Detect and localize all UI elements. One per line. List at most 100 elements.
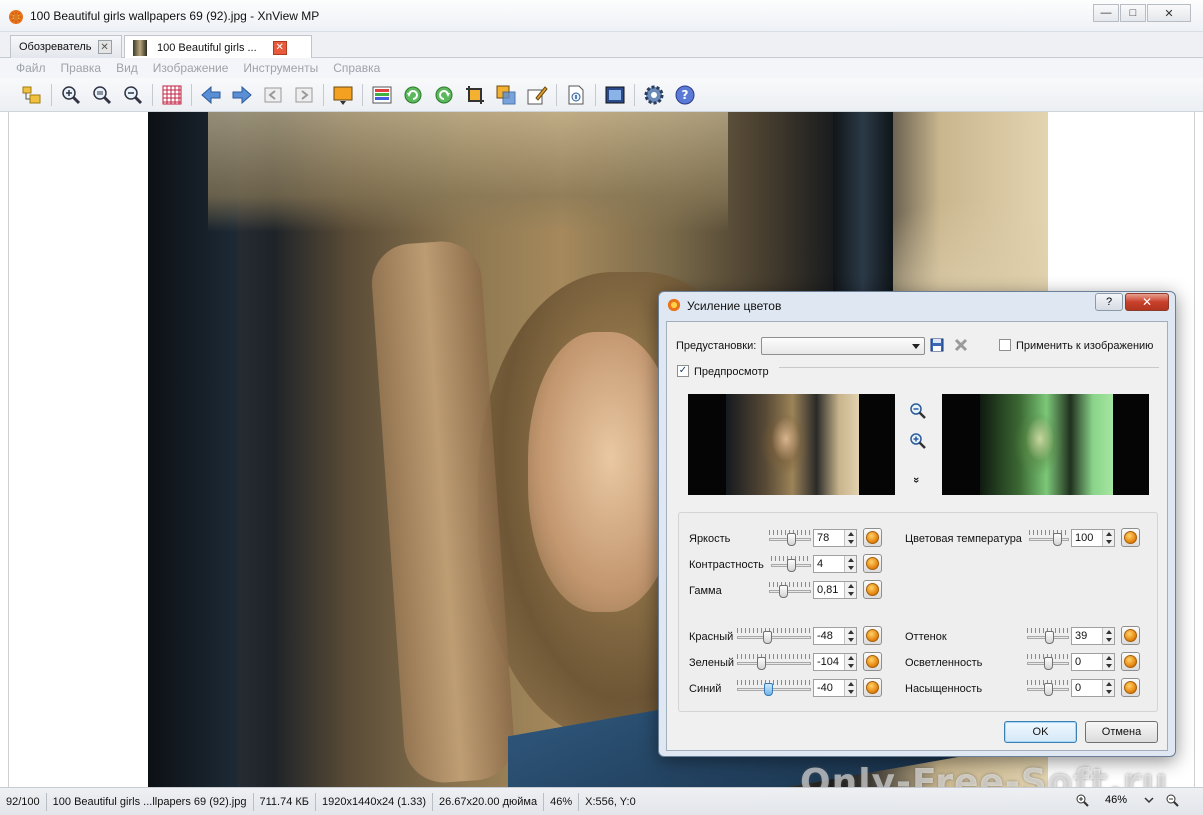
chevron-down-icon <box>912 344 920 349</box>
menu-edit[interactable]: Правка <box>61 61 102 75</box>
gamma-reset-button[interactable] <box>863 580 882 599</box>
hue-slider[interactable] <box>1027 628 1069 644</box>
dialog-body: Предустановки: Применить к изображению ✓… <box>666 321 1168 751</box>
tab-browser[interactable]: Обозреватель ✕ <box>10 35 122 58</box>
rotate-left-icon[interactable] <box>401 83 425 107</box>
zoom-in-icon[interactable] <box>1075 793 1089 807</box>
presets-dropdown[interactable] <box>761 337 925 355</box>
preview-label: Предпросмотр <box>694 366 769 378</box>
gamma-spinbox[interactable]: 0,81 <box>813 581 857 599</box>
zoom-out-icon[interactable] <box>121 83 145 107</box>
blue-spinbox[interactable]: -40 <box>813 679 857 697</box>
photo-face <box>528 332 678 612</box>
dialog-close-button[interactable]: ✕ <box>1125 293 1169 311</box>
lightness-slider[interactable] <box>1027 654 1069 670</box>
menu-bar: Файл Правка Вид Изображение Инструменты … <box>0 58 1203 78</box>
menu-tools[interactable]: Инструменты <box>243 61 318 75</box>
crop-icon[interactable] <box>463 83 487 107</box>
zoom-out-icon[interactable] <box>1165 793 1179 807</box>
status-filesize: 711.74 КБ <box>254 792 317 811</box>
close-window-button[interactable]: ✕ <box>1147 4 1191 22</box>
preview-checkbox[interactable]: ✓ <box>677 365 689 377</box>
color-temperature-spinbox[interactable]: 100 <box>1071 529 1115 547</box>
green-spinbox[interactable]: -104 <box>813 653 857 671</box>
menu-image[interactable]: Изображение <box>153 61 229 75</box>
color-temperature-reset-button[interactable] <box>1121 528 1140 547</box>
red-slider[interactable] <box>737 628 811 644</box>
tab-close-icon[interactable]: ✕ <box>97 40 112 54</box>
toolbar-separator <box>556 83 557 106</box>
resize-icon[interactable] <box>494 83 518 107</box>
color-temperature-value: 100 <box>1075 532 1094 544</box>
brightness-reset-button[interactable] <box>863 528 882 547</box>
adjustments-group: Яркость 78 Контрастность 4 Гамма 0,81 Кр… <box>678 512 1158 712</box>
chevron-down-icon[interactable] <box>1143 795 1155 805</box>
saturation-spinbox[interactable]: 0 <box>1071 679 1115 697</box>
adjust-icon[interactable] <box>370 83 394 107</box>
arrow-right-icon[interactable] <box>230 83 254 107</box>
red-spinbox[interactable]: -48 <box>813 627 857 645</box>
first-page-icon[interactable] <box>261 83 285 107</box>
tab-thumbnail <box>133 39 147 56</box>
zoom-fit-icon[interactable] <box>90 83 114 107</box>
contrast-spinbox[interactable]: 4 <box>813 555 857 573</box>
maximize-button[interactable]: □ <box>1120 4 1146 22</box>
status-print-size: 26.67x20.00 дюйма <box>433 792 545 811</box>
lightness-spinbox[interactable]: 0 <box>1071 653 1115 671</box>
red-reset-button[interactable] <box>863 626 882 645</box>
gamma-slider[interactable] <box>769 582 811 598</box>
saturation-reset-button[interactable] <box>1121 678 1140 697</box>
blue-slider[interactable] <box>737 680 811 696</box>
last-page-icon[interactable] <box>292 83 316 107</box>
settings-icon[interactable] <box>642 83 666 107</box>
menu-file[interactable]: Файл <box>16 61 46 75</box>
color-temperature-slider[interactable] <box>1029 530 1069 546</box>
minimize-button[interactable]: — <box>1093 4 1119 22</box>
zoom-in-icon[interactable] <box>59 83 83 107</box>
title-bar: 100 Beautiful girls wallpapers 69 (92).j… <box>0 0 1203 32</box>
brightness-slider[interactable] <box>769 530 811 546</box>
zoom-control: 46% <box>1075 793 1179 807</box>
info-icon[interactable] <box>564 83 588 107</box>
menu-view[interactable]: Вид <box>116 61 138 75</box>
cancel-button[interactable]: Отмена <box>1085 721 1158 743</box>
status-zoom: 46% <box>544 792 580 811</box>
grid-icon[interactable] <box>160 83 184 107</box>
expand-icon[interactable]: » <box>910 477 922 483</box>
apply-to-image-checkbox[interactable] <box>999 339 1011 351</box>
toolbar: ? <box>0 78 1203 112</box>
tab-image[interactable]: 100 Beautiful girls ... ✕ <box>124 35 312 59</box>
save-preset-icon[interactable] <box>930 338 944 352</box>
hue-reset-button[interactable] <box>1121 626 1140 645</box>
green-slider[interactable] <box>737 654 811 670</box>
zoom-in-icon[interactable] <box>909 432 927 450</box>
green-reset-button[interactable] <box>863 652 882 671</box>
reset-icon <box>1124 531 1137 544</box>
toolbar-separator <box>51 83 52 106</box>
fullscreen-icon[interactable] <box>603 83 627 107</box>
slideshow-icon[interactable] <box>331 83 355 107</box>
edit-icon[interactable] <box>525 83 549 107</box>
rotate-right-icon[interactable] <box>432 83 456 107</box>
color-enhance-dialog: Усиление цветов ? ✕ Предустановки: Приме… <box>658 291 1176 757</box>
contrast-reset-button[interactable] <box>863 554 882 573</box>
status-dimensions: 1920x1440x24 (1.33) <box>316 792 433 811</box>
xnview-app-icon <box>667 298 681 312</box>
brightness-spinbox[interactable]: 78 <box>813 529 857 547</box>
delete-preset-icon[interactable] <box>954 338 968 352</box>
menu-help[interactable]: Справка <box>333 61 380 75</box>
ok-button[interactable]: OK <box>1004 721 1077 743</box>
zoom-out-icon[interactable] <box>909 402 927 420</box>
status-index: 92/100 <box>0 792 47 811</box>
blue-reset-button[interactable] <box>863 678 882 697</box>
hue-label: Оттенок <box>905 631 947 643</box>
lightness-reset-button[interactable] <box>1121 652 1140 671</box>
help-icon[interactable]: ? <box>673 83 697 107</box>
tab-close-icon[interactable]: ✕ <box>272 40 287 55</box>
saturation-slider[interactable] <box>1027 680 1069 696</box>
dialog-help-button[interactable]: ? <box>1095 293 1123 311</box>
browser-icon[interactable] <box>20 83 44 107</box>
hue-spinbox[interactable]: 39 <box>1071 627 1115 645</box>
arrow-left-icon[interactable] <box>199 83 223 107</box>
contrast-slider[interactable] <box>771 556 811 572</box>
